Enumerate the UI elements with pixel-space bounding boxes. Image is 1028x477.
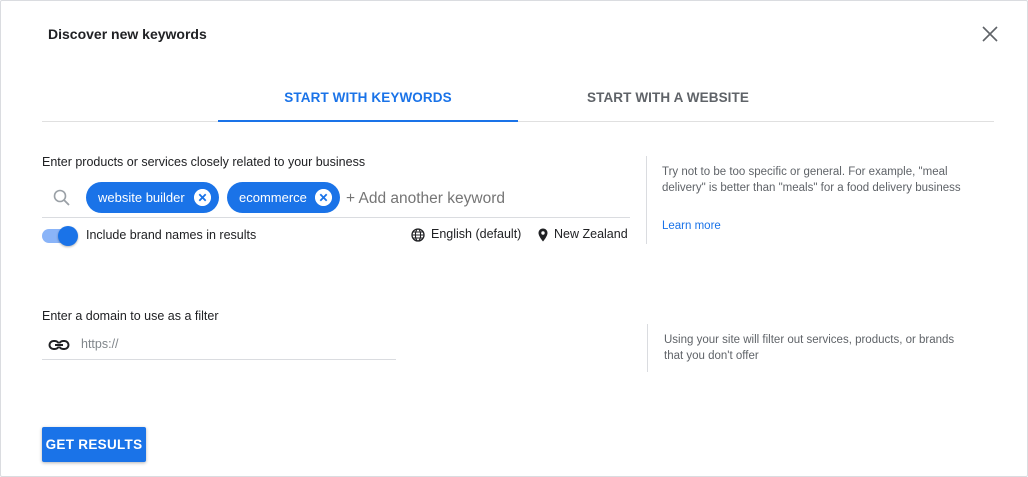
keyword-chip: website builder <box>86 182 219 213</box>
domain-field-label: Enter a domain to use as a filter <box>42 309 219 323</box>
link-icon <box>48 340 70 350</box>
brand-names-toggle[interactable] <box>42 226 78 246</box>
keyword-input-row: website builder ecommerce <box>42 179 630 218</box>
keywords-help-text: Try not to be too specific or general. F… <box>662 166 961 194</box>
learn-more-link[interactable]: Learn more <box>662 220 721 232</box>
domain-url-input[interactable] <box>81 334 381 354</box>
keywords-field-label: Enter products or services closely relat… <box>42 155 366 169</box>
remove-chip-icon[interactable] <box>315 189 332 206</box>
get-results-button[interactable]: GET RESULTS <box>42 427 146 462</box>
tab-bar: START WITH KEYWORDS START WITH A WEBSITE <box>42 79 994 122</box>
remove-chip-icon[interactable] <box>194 189 211 206</box>
tab-start-with-website[interactable]: START WITH A WEBSITE <box>518 79 818 122</box>
tab-start-with-keywords[interactable]: START WITH KEYWORDS <box>218 79 518 122</box>
close-icon[interactable] <box>981 25 999 43</box>
domain-help-text: Using your site will filter out services… <box>664 334 955 362</box>
dialog-title: Discover new keywords <box>48 26 207 42</box>
language-label: English (default) <box>431 227 522 241</box>
domain-help-divider <box>647 324 648 372</box>
keyword-chip: ecommerce <box>227 182 340 213</box>
location-pin-icon <box>538 228 548 242</box>
keywords-help-divider <box>646 156 647 244</box>
toggle-knob <box>58 226 78 246</box>
discover-keywords-dialog: Discover new keywords START WITH KEYWORD… <box>0 0 1028 477</box>
domain-input-row <box>42 331 396 360</box>
location-label: New Zealand <box>554 227 628 241</box>
keyword-chip-label: website builder <box>98 190 185 205</box>
search-icon <box>53 189 70 206</box>
add-keyword-input[interactable] <box>346 179 626 218</box>
globe-icon <box>411 228 425 242</box>
brand-names-toggle-label: Include brand names in results <box>86 228 257 242</box>
keyword-chip-label: ecommerce <box>239 190 307 205</box>
